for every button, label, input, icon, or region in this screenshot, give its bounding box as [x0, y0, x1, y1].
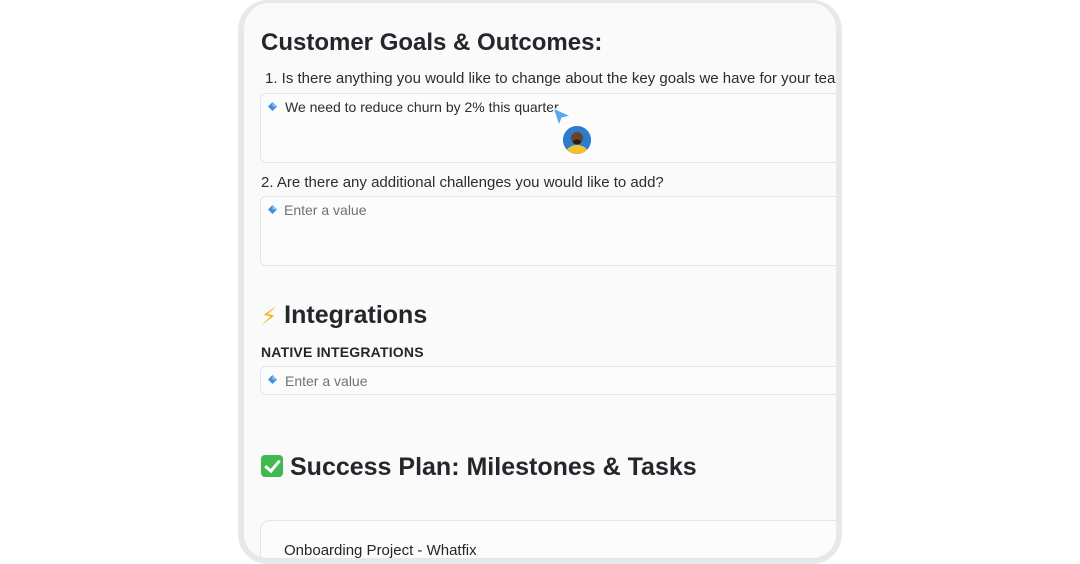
answer-field-value: We need to reduce churn by 2% this quart…: [285, 99, 559, 115]
question-1-label: 1. Is there anything you would like to c…: [265, 70, 842, 87]
mouse-cursor-icon: [552, 107, 572, 127]
native-integrations-field[interactable]: [260, 366, 836, 395]
project-title: Onboarding Project - Whatfix: [284, 542, 477, 559]
avatar: [561, 124, 593, 156]
section-title-integrations-text: Integrations: [284, 301, 428, 329]
check-mark-icon: [261, 455, 283, 477]
answer-field-question-1[interactable]: We need to reduce churn by 2% this quart…: [260, 93, 836, 163]
diamond-icon: [268, 205, 277, 214]
app-frame: Customer Goals & Outcomes: 1. Is there a…: [238, 0, 842, 564]
person-avatar-icon: [563, 126, 591, 154]
native-integrations-input[interactable]: [285, 373, 585, 389]
native-integrations-label: NATIVE INTEGRATIONS: [261, 344, 424, 360]
question-2-label: 2. Are there any additional challenges y…: [261, 174, 664, 191]
diamond-icon: [268, 102, 277, 111]
section-title-success-plan-text: Success Plan: Milestones & Tasks: [290, 453, 697, 481]
answer-field-question-2[interactable]: [260, 196, 836, 266]
section-title-success-plan: Success Plan: Milestones & Tasks: [261, 453, 697, 482]
lightning-icon: ⚡: [261, 304, 278, 330]
section-title-customer-goals: Customer Goals & Outcomes:: [261, 29, 603, 56]
project-card[interactable]: Onboarding Project - Whatfix: [260, 520, 836, 559]
answer-input-question-2[interactable]: [284, 202, 584, 218]
section-title-integrations: ⚡ Integrations: [261, 301, 427, 330]
diamond-icon: [268, 375, 277, 384]
